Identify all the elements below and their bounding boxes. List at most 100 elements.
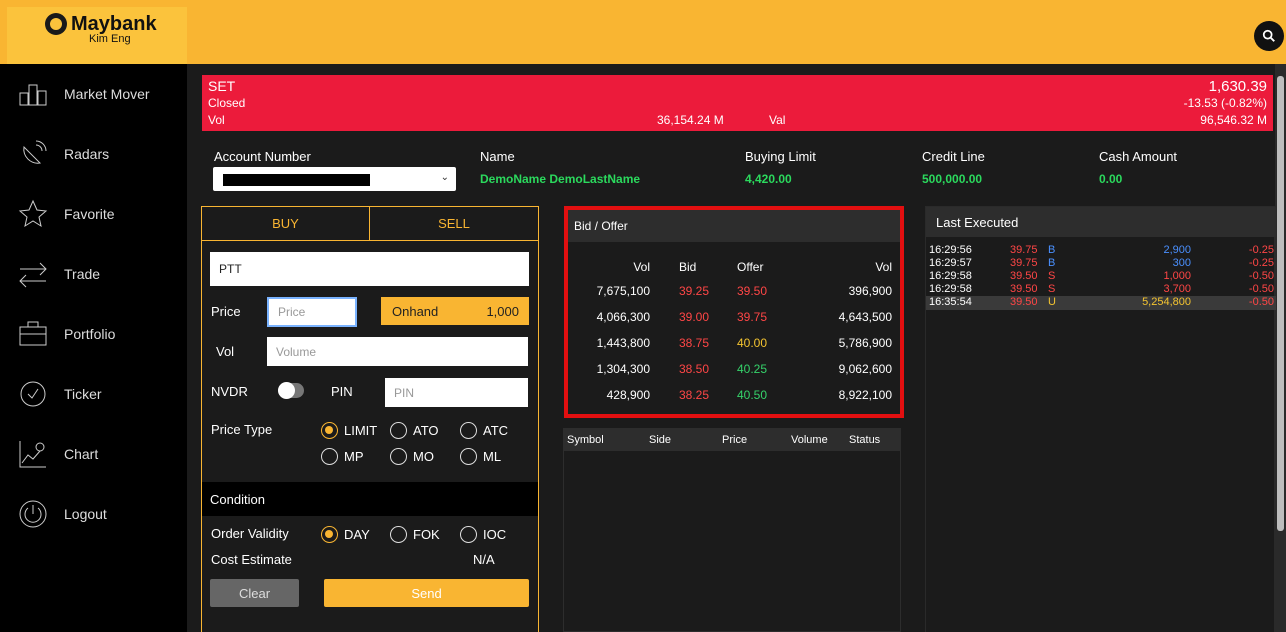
trade-side: S — [1048, 270, 1056, 282]
offer-vol: 8,922,100 — [838, 388, 892, 402]
trade-side: U — [1048, 296, 1056, 308]
price-type-atc-radio[interactable]: ATC — [460, 422, 508, 439]
last-executed-title: Last Executed — [926, 207, 1276, 237]
market-status: Closed — [208, 96, 246, 110]
radio-icon — [390, 526, 407, 543]
last-executed-row: 16:35:54 39.50 U 5,254,800 -0.50 — [926, 296, 1276, 310]
credit-line-value: 500,000.00 — [922, 172, 983, 186]
price-type-mp-radio[interactable]: MP — [321, 448, 364, 465]
trade-side: S — [1048, 283, 1056, 295]
trade-change: -0.50 — [1248, 270, 1274, 282]
chart-icon — [19, 441, 46, 468]
sidebar-item-trade[interactable]: Trade — [0, 249, 187, 299]
trade-volume: 5,254,800 — [1142, 296, 1191, 308]
trade-volume: 300 — [1172, 257, 1191, 269]
cost-estimate-value: N/A — [473, 552, 495, 567]
brand-subname: Kim Eng — [89, 33, 131, 45]
sidebar-item-market-mover[interactable]: Market Mover — [0, 69, 187, 119]
status-column-header[interactable]: Status — [849, 434, 880, 446]
price-input[interactable]: Price — [267, 297, 357, 327]
cash-amount-value: 0.00 — [1099, 172, 1123, 186]
trade-price: 39.50 — [1010, 296, 1038, 308]
radio-label: FOK — [413, 527, 440, 542]
price-type-ato-radio[interactable]: ATO — [390, 422, 439, 439]
validity-fok-radio[interactable]: FOK — [390, 526, 440, 543]
trade-volume: 3,700 — [1163, 283, 1191, 295]
price-type-limit-radio[interactable]: LIMIT — [321, 422, 377, 439]
radio-icon — [460, 422, 477, 439]
scrollbar[interactable] — [1275, 64, 1286, 632]
price-column-header[interactable]: Price — [722, 434, 747, 446]
star-icon — [18, 199, 48, 228]
sidebar-item-favorite[interactable]: Favorite — [0, 189, 187, 239]
bid-offer-row[interactable]: 1,304,300 38.50 40.25 9,062,600 — [568, 355, 900, 383]
trade-price: 39.50 — [1010, 270, 1038, 282]
logo: Maybank Kim Eng — [45, 13, 157, 45]
clear-button[interactable]: Clear — [210, 579, 299, 607]
radio-label: MP — [344, 449, 364, 464]
toggle-knob — [278, 382, 295, 399]
price-type-mo-radio[interactable]: MO — [390, 448, 434, 465]
volume-column-header[interactable]: Volume — [791, 434, 828, 446]
sidebar-item-radars[interactable]: Radars — [0, 129, 187, 179]
index-val-label: Val — [769, 113, 786, 127]
bid-vol: 1,304,300 — [596, 362, 650, 376]
side-column-header[interactable]: Side — [649, 434, 671, 446]
tab-buy[interactable]: BUY — [202, 207, 370, 241]
ticker-clock-icon — [20, 381, 46, 407]
radio-label: IOC — [483, 527, 507, 542]
offer-header: Offer — [737, 260, 764, 274]
validity-day-radio[interactable]: DAY — [321, 526, 370, 543]
search-button[interactable] — [1254, 21, 1284, 51]
send-button[interactable]: Send — [324, 579, 529, 607]
trade-side: B — [1048, 244, 1056, 256]
trade-change: -0.25 — [1248, 244, 1274, 256]
last-executed-row: 16:29:56 39.75 B 2,900 -0.25 — [926, 244, 1276, 257]
bid-offer-row[interactable]: 1,443,800 38.75 40.00 5,786,900 — [568, 329, 900, 357]
offer-price[interactable]: 39.50 — [737, 284, 767, 298]
search-icon — [1262, 29, 1275, 42]
index-last-value: 1,630.39 — [1208, 78, 1267, 95]
index-change: -13.53 (-0.82%) — [1183, 96, 1267, 110]
offer-price[interactable]: 39.75 — [737, 310, 767, 324]
credit-line-label: Credit Line — [922, 149, 985, 164]
tab-sell[interactable]: SELL — [370, 207, 538, 241]
bid-offer-title: Bid / Offer — [568, 210, 900, 242]
offer-vol-header: Vol — [875, 260, 892, 274]
sidebar-item-ticker[interactable]: Ticker — [0, 369, 187, 419]
radio-selected-icon — [321, 422, 338, 439]
bid-price[interactable]: 38.25 — [679, 388, 709, 402]
logo-area[interactable]: Maybank Kim Eng — [7, 7, 187, 64]
last-executed-row: 16:29:58 39.50 S 1,000 -0.50 — [926, 270, 1276, 283]
sidebar-item-portfolio[interactable]: Portfolio — [0, 309, 187, 359]
order-validity-label: Order Validity — [211, 526, 289, 541]
scrollbar-thumb[interactable] — [1277, 76, 1284, 531]
offer-price[interactable]: 40.00 — [737, 336, 767, 350]
bid-price[interactable]: 39.00 — [679, 310, 709, 324]
bid-price[interactable]: 38.50 — [679, 362, 709, 376]
bid-offer-row[interactable]: 7,675,100 39.25 39.50 396,900 — [568, 277, 900, 305]
bid-price[interactable]: 38.75 — [679, 336, 709, 350]
trade-volume: 1,000 — [1163, 270, 1191, 282]
radio-icon — [390, 422, 407, 439]
trade-time: 16:35:54 — [929, 296, 972, 308]
index-val-value: 96,546.32 M — [1200, 113, 1267, 127]
pin-input[interactable]: PIN — [385, 378, 528, 407]
tiger-logo-icon — [45, 13, 67, 35]
bid-offer-row[interactable]: 428,900 38.25 40.50 8,922,100 — [568, 381, 900, 409]
offer-price[interactable]: 40.50 — [737, 388, 767, 402]
account-number-select[interactable]: ⌄ — [213, 167, 456, 191]
order-entry-panel: BUY SELL PTT Price Price Onhand 1,000 Vo… — [201, 206, 539, 632]
sidebar-item-chart[interactable]: Chart — [0, 429, 187, 479]
price-type-ml-radio[interactable]: ML — [460, 448, 501, 465]
orders-status-panel: Symbol Side Price Volume Status — [563, 428, 901, 632]
bid-offer-row[interactable]: 4,066,300 39.00 39.75 4,643,500 — [568, 303, 900, 331]
bid-price[interactable]: 39.25 — [679, 284, 709, 298]
symbol-input[interactable]: PTT — [210, 252, 529, 286]
validity-ioc-radio[interactable]: IOC — [460, 526, 506, 543]
nvdr-toggle[interactable] — [278, 382, 304, 399]
offer-price[interactable]: 40.25 — [737, 362, 767, 376]
volume-input[interactable]: Volume — [267, 337, 528, 366]
symbol-column-header[interactable]: Symbol — [567, 434, 604, 446]
sidebar-item-logout[interactable]: Logout — [0, 489, 187, 539]
